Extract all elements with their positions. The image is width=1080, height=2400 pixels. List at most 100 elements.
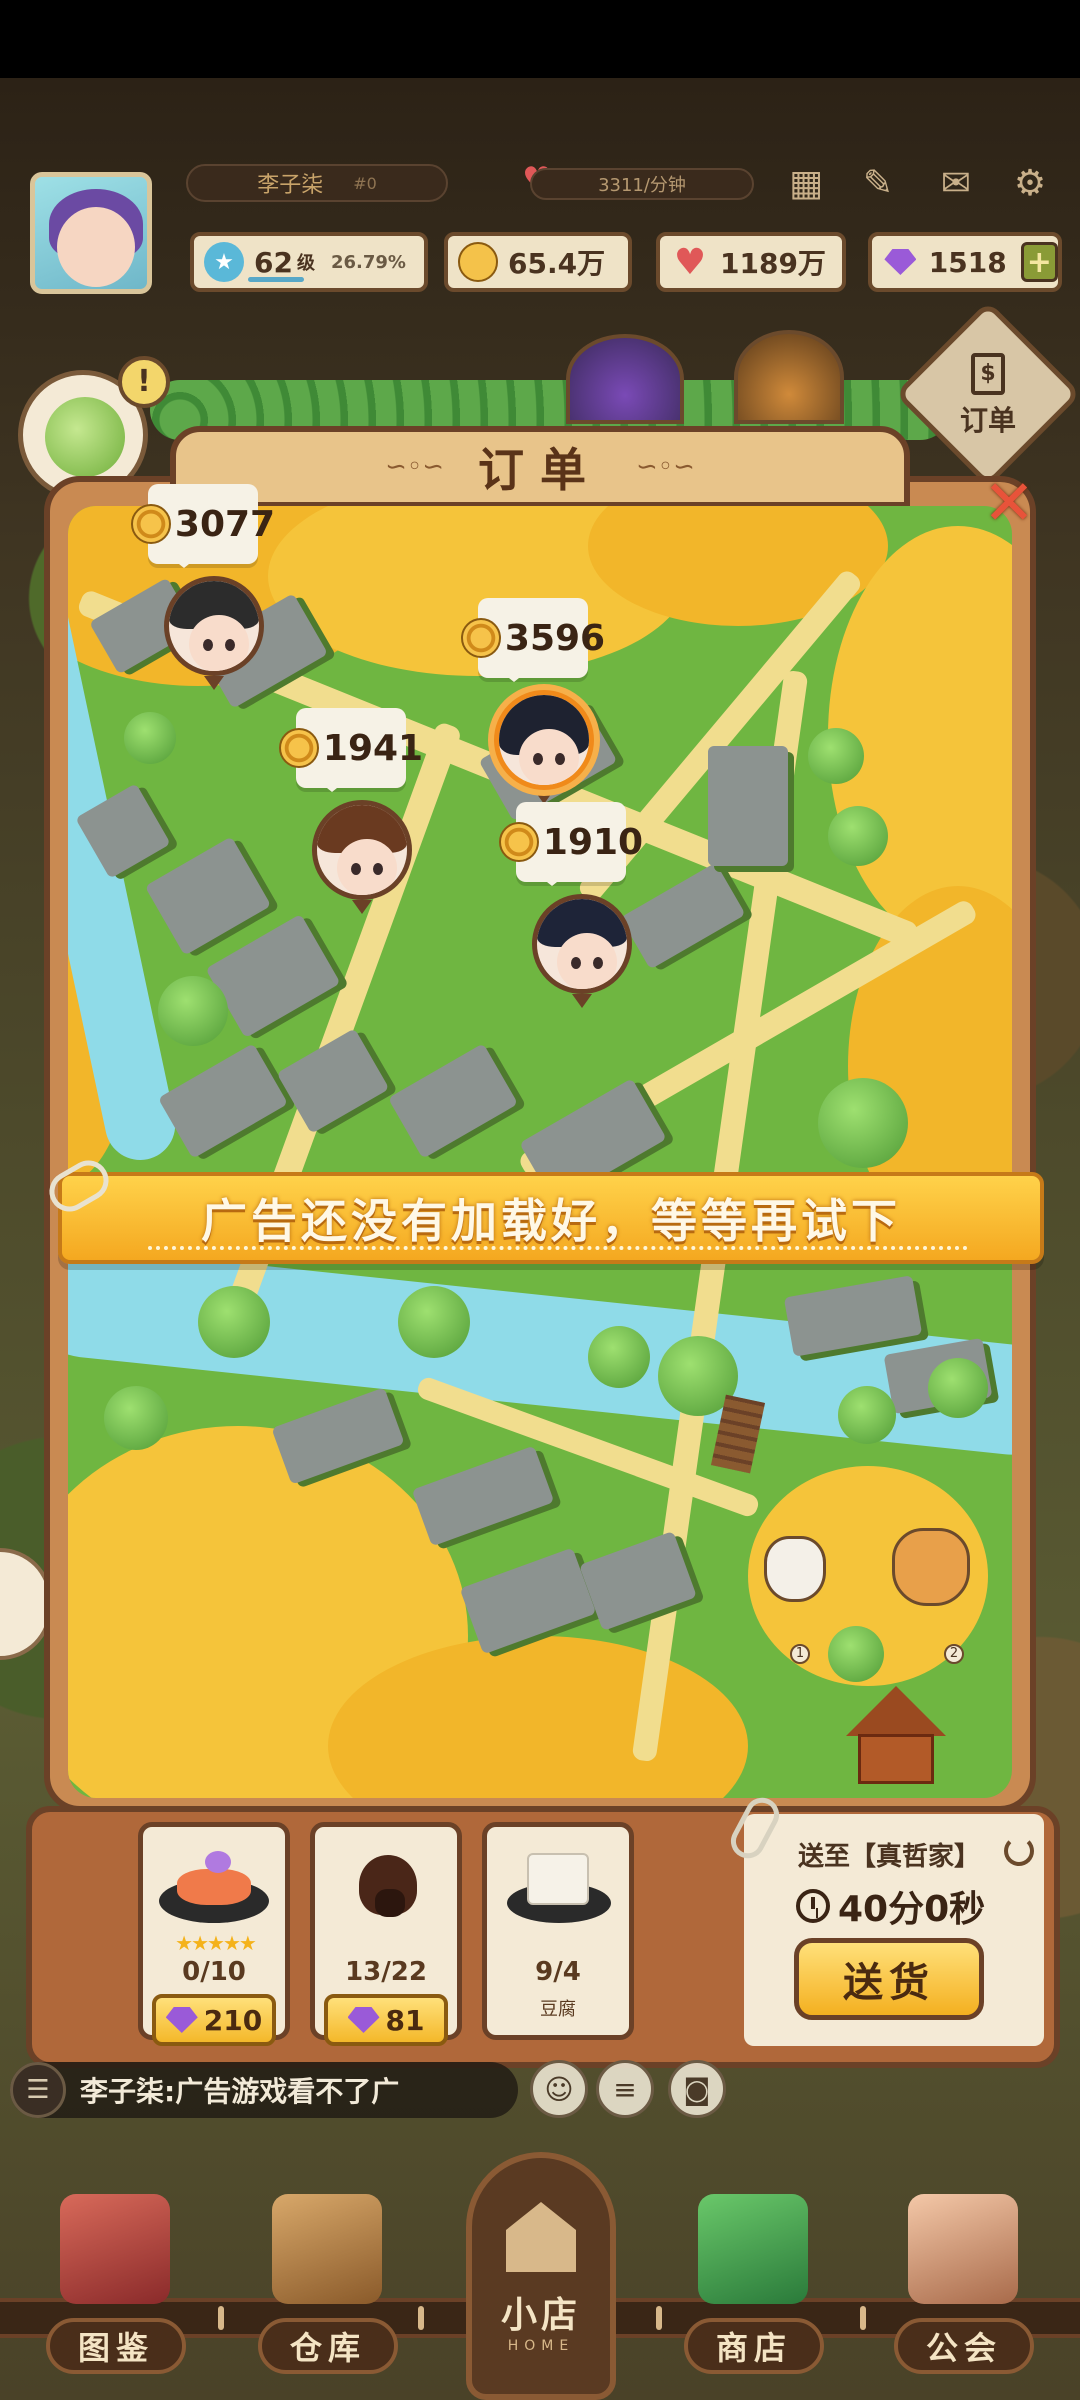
hearts-stat[interactable]: ♥ 1189万 bbox=[656, 232, 846, 292]
gift-event-icon[interactable] bbox=[566, 334, 684, 424]
customer-avatar bbox=[312, 800, 412, 900]
buy-with-gems-button[interactable]: 210 bbox=[152, 1994, 276, 2046]
camera-icon[interactable]: ◙ bbox=[668, 2060, 726, 2118]
reward-amount: 1910 bbox=[542, 821, 644, 863]
orders-button[interactable]: $ 订单 bbox=[922, 336, 1054, 456]
nav-store[interactable]: 商店 bbox=[668, 2180, 838, 2380]
quick-chat-icon[interactable]: ≡ bbox=[596, 2060, 654, 2118]
level-progress-bar bbox=[248, 277, 304, 282]
item-quantity: 0/10 bbox=[182, 1957, 246, 1987]
reward-amount: 3596 bbox=[504, 617, 606, 659]
sashimi-dish-icon bbox=[159, 1845, 269, 1925]
chat-preview[interactable]: ☰ 李子柒:广告游戏看不了广 bbox=[10, 2062, 518, 2118]
ad-not-ready-banner: 广告还没有加载好，等等再试下 bbox=[58, 1172, 1044, 1264]
coin-icon bbox=[460, 618, 501, 658]
customer-avatar bbox=[532, 894, 632, 994]
reward-amount: 1941 bbox=[322, 727, 424, 769]
delivery-timer: 40分0秒 bbox=[796, 1880, 985, 1932]
close-icon[interactable]: ✕ bbox=[976, 470, 1042, 536]
alert-exclamation-icon: ! bbox=[118, 356, 170, 408]
orders-button-label: 订单 bbox=[959, 404, 1016, 437]
gem-price: 81 bbox=[385, 2003, 425, 2037]
reward-bubble: 3596 bbox=[460, 598, 605, 682]
calendar-icon[interactable]: ▦ bbox=[780, 162, 832, 206]
coin-icon bbox=[498, 822, 539, 862]
refresh-icon[interactable] bbox=[1004, 1836, 1034, 1866]
add-gems-button[interactable]: + bbox=[1020, 242, 1058, 282]
level-unit: 级 bbox=[296, 253, 315, 274]
store-icon bbox=[698, 2194, 808, 2304]
gem-icon bbox=[882, 242, 919, 282]
orders-title-plate: ∽◦∽ 订单 ∽◦∽ bbox=[170, 426, 910, 508]
order-item-card[interactable]: 9/4 豆腐 bbox=[482, 1822, 634, 2040]
shop-building-icon bbox=[846, 1686, 946, 1786]
level-value: 62 bbox=[254, 245, 293, 279]
coin-icon bbox=[458, 242, 498, 282]
star-level-icon: ★ bbox=[204, 242, 244, 282]
book-icon bbox=[60, 2194, 170, 2304]
nav-guild[interactable]: 公会 bbox=[878, 2180, 1048, 2380]
chat-message: 李子柒:广告游戏看不了广 bbox=[80, 2075, 400, 2108]
guild-people-icon bbox=[908, 2194, 1018, 2304]
orders-document-icon: $ bbox=[971, 353, 1005, 395]
player-avatar[interactable] bbox=[30, 172, 152, 294]
player-name-pill[interactable]: 李子柒 #0 bbox=[186, 164, 448, 202]
coin-icon bbox=[130, 504, 171, 544]
delivery-info-box: 送至【真哲家】 40分0秒 送货 bbox=[744, 1814, 1044, 2046]
cabbage-icon bbox=[45, 397, 125, 477]
gem-icon bbox=[347, 2007, 380, 2033]
gem-price: 210 bbox=[203, 2003, 263, 2037]
mail-icon[interactable]: ✉ bbox=[930, 162, 982, 206]
nav-warehouse-label: 仓库 bbox=[258, 2318, 398, 2374]
nav-store-label: 商店 bbox=[684, 2318, 824, 2374]
gems-value: 1518 bbox=[928, 245, 1007, 279]
broom-icon[interactable]: ✎ bbox=[852, 162, 904, 206]
reward-bubble: 1941 bbox=[278, 708, 423, 792]
dog-pet[interactable] bbox=[892, 1528, 970, 1606]
title-ornament-right: ∽◦∽ bbox=[636, 452, 695, 482]
customer-pin[interactable]: 1941 bbox=[278, 708, 423, 914]
cat-pet[interactable] bbox=[764, 1536, 826, 1602]
nav-home-sublabel: HOME bbox=[507, 2338, 575, 2354]
settings-gear-icon[interactable]: ⚙ bbox=[1004, 162, 1056, 206]
reward-amount: 3077 bbox=[174, 503, 276, 545]
tofu-icon bbox=[503, 1845, 613, 1925]
delivery-destination: 送至【真哲家】 bbox=[798, 1842, 981, 1872]
customer-pin-selected[interactable]: 3596 bbox=[460, 598, 605, 804]
deliver-button[interactable]: 送货 bbox=[794, 1938, 984, 2020]
level-stat[interactable]: ★ 62 级 26.79% bbox=[190, 232, 428, 292]
level-progress: 26.79% bbox=[330, 251, 406, 273]
hearts-value: 1189万 bbox=[720, 247, 826, 280]
reward-bubble: 3077 bbox=[130, 484, 275, 568]
status-bar bbox=[0, 0, 1080, 78]
crate-icon bbox=[272, 2194, 382, 2304]
chat-bubble-icon[interactable]: ☰ bbox=[10, 2062, 66, 2118]
shop-house-icon bbox=[506, 2202, 576, 2272]
ad-banner-text: 广告还没有加载好，等等再试下 bbox=[201, 1194, 901, 1248]
customer-pin[interactable]: 1910 bbox=[498, 802, 643, 1008]
item-quantity: 9/4 bbox=[535, 1957, 581, 1987]
clock-icon bbox=[796, 1889, 830, 1923]
mushroom-icon bbox=[331, 1845, 441, 1925]
title-ornament-left: ∽◦∽ bbox=[385, 452, 444, 482]
heart-icon: ♥ bbox=[673, 241, 707, 283]
customer-pin[interactable]: 3077 bbox=[130, 484, 275, 690]
nav-home-label: 小店 bbox=[500, 2295, 581, 2336]
gems-stat[interactable]: 1518 + bbox=[868, 232, 1062, 292]
reward-bubble: 1910 bbox=[498, 802, 643, 886]
nav-warehouse[interactable]: 仓库 bbox=[242, 2180, 412, 2380]
nav-home-shop[interactable]: 小店 HOME bbox=[466, 2152, 616, 2400]
coins-stat[interactable]: 65.4万 bbox=[444, 232, 632, 292]
emoji-icon[interactable]: ☺ bbox=[530, 2060, 588, 2118]
pet-number-2: 2 bbox=[944, 1644, 964, 1664]
item-quantity: 13/22 bbox=[345, 1957, 427, 1987]
nav-catalog-label: 图鉴 bbox=[46, 2318, 186, 2374]
shop-event-icon[interactable] bbox=[734, 330, 844, 424]
orders-panel-title: 订单 bbox=[478, 443, 602, 497]
item-name: 豆腐 bbox=[540, 1999, 576, 2020]
customer-avatar bbox=[494, 690, 594, 790]
nav-catalog[interactable]: 图鉴 bbox=[30, 2180, 200, 2380]
buy-with-gems-button[interactable]: 81 bbox=[324, 1994, 448, 2046]
gem-icon bbox=[165, 2007, 198, 2033]
quality-stars: ★★★★★ bbox=[175, 1931, 257, 1955]
